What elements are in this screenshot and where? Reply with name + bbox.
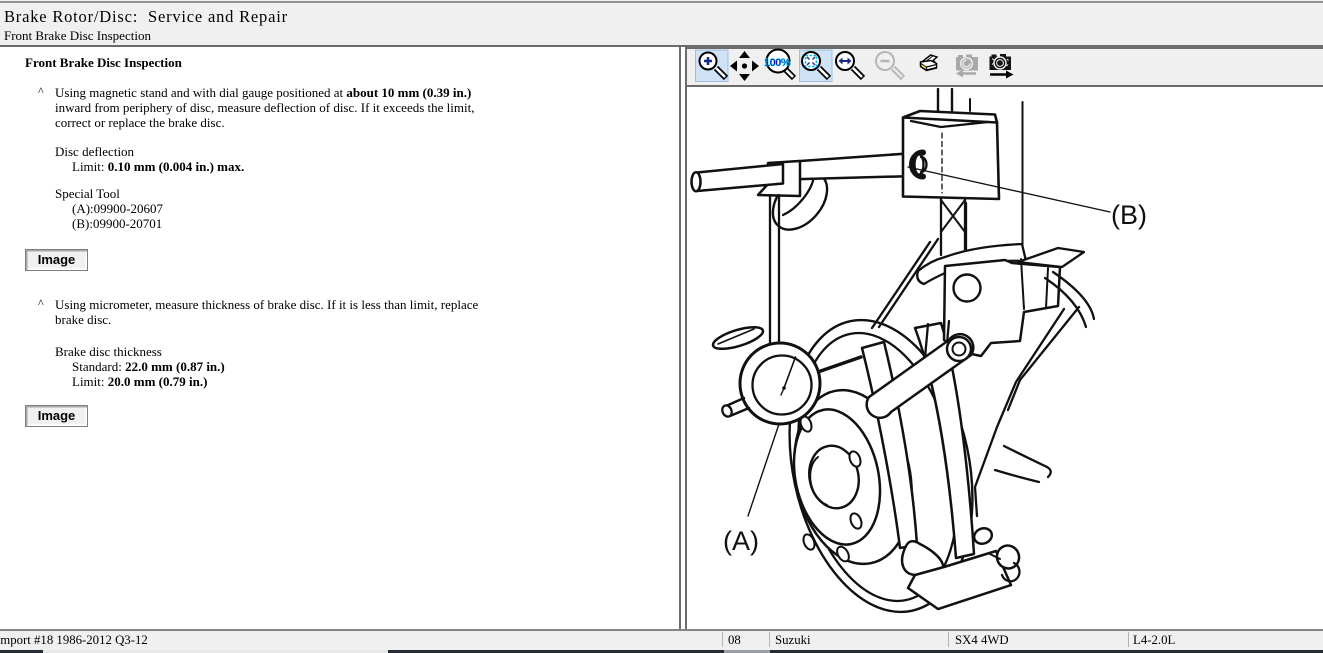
- svg-text:(A): (A): [723, 526, 759, 556]
- svg-text:(B): (B): [1111, 200, 1147, 230]
- svg-text:100%: 100%: [764, 57, 791, 69]
